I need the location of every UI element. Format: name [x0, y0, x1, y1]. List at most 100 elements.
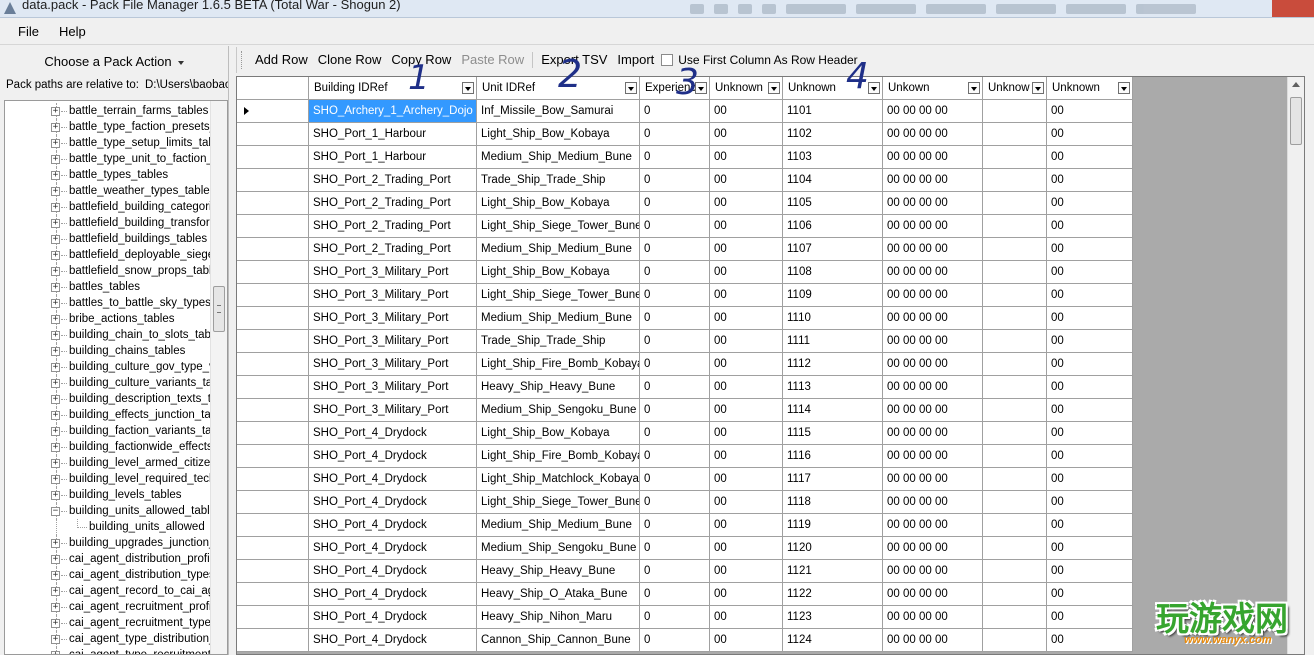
table-cell[interactable]: 00 00 00 00: [883, 146, 983, 169]
tree-item[interactable]: + cai_agent_record_to_cai_agen: [5, 583, 211, 599]
table-cell[interactable]: [983, 583, 1047, 606]
window-close-button[interactable]: [1272, 0, 1314, 17]
table-cell[interactable]: [983, 629, 1047, 652]
expand-icon[interactable]: +: [51, 651, 60, 654]
expand-icon[interactable]: +: [51, 155, 60, 164]
table-cell[interactable]: Inf_Missile_Bow_Samurai: [477, 100, 640, 123]
table-cell[interactable]: SHO_Port_4_Drydock: [309, 560, 477, 583]
expand-icon[interactable]: +: [51, 411, 60, 420]
table-cell[interactable]: [983, 146, 1047, 169]
tree-item[interactable]: + building_upgrades_junction_ta: [5, 535, 211, 551]
table-cell[interactable]: 00: [1047, 537, 1133, 560]
expand-icon[interactable]: +: [51, 555, 60, 564]
table-cell[interactable]: Cannon_Ship_Cannon_Bune: [477, 629, 640, 652]
expand-icon[interactable]: +: [51, 571, 60, 580]
table-cell[interactable]: Heavy_Ship_Nihon_Maru: [477, 606, 640, 629]
table-cell[interactable]: 1111: [783, 330, 883, 353]
table-cell[interactable]: 00: [710, 215, 783, 238]
table-cell[interactable]: SHO_Port_4_Drydock: [309, 537, 477, 560]
grid-corner-header[interactable]: [237, 77, 309, 100]
tree-item[interactable]: + bribe_actions_tables: [5, 311, 211, 327]
table-cell[interactable]: 00 00 00 00: [883, 192, 983, 215]
table-cell[interactable]: Medium_Ship_Medium_Bune: [477, 514, 640, 537]
table-cell[interactable]: 1119: [783, 514, 883, 537]
table-cell[interactable]: 00: [710, 399, 783, 422]
table-cell[interactable]: 00: [1047, 422, 1133, 445]
row-header[interactable]: [237, 537, 309, 560]
expand-icon[interactable]: +: [51, 315, 60, 324]
table-cell[interactable]: 0: [640, 192, 710, 215]
column-filter-dropdown-icon[interactable]: [462, 82, 474, 94]
row-header[interactable]: [237, 629, 309, 652]
table-cell[interactable]: 1114: [783, 399, 883, 422]
table-cell[interactable]: Trade_Ship_Trade_Ship: [477, 169, 640, 192]
table-cell[interactable]: 00: [1047, 445, 1133, 468]
table-cell[interactable]: 00 00 00 00: [883, 468, 983, 491]
table-cell[interactable]: 0: [640, 238, 710, 261]
table-cell[interactable]: 1101: [783, 100, 883, 123]
tree-item[interactable]: + battle_terrain_farms_tables: [5, 103, 211, 119]
table-cell[interactable]: 00: [710, 629, 783, 652]
table-cell[interactable]: 0: [640, 537, 710, 560]
table-cell[interactable]: Heavy_Ship_Heavy_Bune: [477, 560, 640, 583]
menu-file[interactable]: File: [8, 19, 49, 45]
row-header[interactable]: [237, 583, 309, 606]
table-cell[interactable]: 00 00 00 00: [883, 422, 983, 445]
table-cell[interactable]: SHO_Port_4_Drydock: [309, 514, 477, 537]
table-cell[interactable]: [983, 399, 1047, 422]
table-cell[interactable]: [983, 284, 1047, 307]
table-cell[interactable]: SHO_Port_4_Drydock: [309, 583, 477, 606]
table-cell[interactable]: Medium_Ship_Medium_Bune: [477, 146, 640, 169]
expand-icon[interactable]: +: [51, 587, 60, 596]
row-header[interactable]: [237, 399, 309, 422]
tree-item[interactable]: + battlefield_buildings_tables: [5, 231, 211, 247]
tree-item[interactable]: + building_culture_gov_type_var: [5, 359, 211, 375]
table-cell[interactable]: Medium_Ship_Medium_Bune: [477, 238, 640, 261]
table-cell[interactable]: 00 00 00 00: [883, 606, 983, 629]
table-cell[interactable]: 0: [640, 514, 710, 537]
table-cell[interactable]: 00: [1047, 560, 1133, 583]
row-header[interactable]: [237, 169, 309, 192]
expand-icon[interactable]: +: [51, 203, 60, 212]
table-cell[interactable]: 00: [1047, 376, 1133, 399]
import-button[interactable]: Import: [612, 48, 659, 72]
table-cell[interactable]: 0: [640, 169, 710, 192]
grid-scroll-thumb[interactable]: [1290, 97, 1302, 145]
expand-icon[interactable]: +: [51, 603, 60, 612]
table-cell[interactable]: 1104: [783, 169, 883, 192]
row-header[interactable]: [237, 330, 309, 353]
table-cell[interactable]: 0: [640, 376, 710, 399]
table-cell[interactable]: 00: [710, 192, 783, 215]
expand-icon[interactable]: +: [51, 235, 60, 244]
table-cell[interactable]: Light_Ship_Siege_Tower_Bune: [477, 215, 640, 238]
table-cell[interactable]: 1106: [783, 215, 883, 238]
expand-icon[interactable]: +: [51, 283, 60, 292]
table-cell[interactable]: 00: [1047, 629, 1133, 652]
table-cell[interactable]: [983, 491, 1047, 514]
table-cell[interactable]: SHO_Port_4_Drydock: [309, 491, 477, 514]
table-cell[interactable]: 0: [640, 100, 710, 123]
table-cell[interactable]: 00 00 00 00: [883, 330, 983, 353]
tree-item[interactable]: + battle_type_unit_to_faction_pr: [5, 151, 211, 167]
table-cell[interactable]: 00 00 00 00: [883, 215, 983, 238]
table-cell[interactable]: SHO_Port_2_Trading_Port: [309, 215, 477, 238]
expand-icon[interactable]: +: [51, 491, 60, 500]
table-cell[interactable]: 1107: [783, 238, 883, 261]
table-cell[interactable]: SHO_Port_4_Drydock: [309, 606, 477, 629]
table-cell[interactable]: 00: [1047, 215, 1133, 238]
table-cell[interactable]: 00 00 00 00: [883, 514, 983, 537]
table-cell[interactable]: 0: [640, 468, 710, 491]
column-filter-dropdown-icon[interactable]: [1032, 82, 1044, 94]
row-header[interactable]: [237, 215, 309, 238]
add-row-button[interactable]: Add Row: [250, 48, 313, 72]
pack-file-tree[interactable]: + battle_terrain_farms_tables + battle_type…: [4, 100, 228, 655]
expand-icon[interactable]: +: [51, 331, 60, 340]
table-cell[interactable]: 0: [640, 330, 710, 353]
table-cell[interactable]: 00: [1047, 399, 1133, 422]
tree-item[interactable]: + battles_tables: [5, 279, 211, 295]
table-cell[interactable]: [983, 123, 1047, 146]
table-cell[interactable]: [983, 537, 1047, 560]
table-cell[interactable]: 1115: [783, 422, 883, 445]
table-cell[interactable]: 00: [710, 307, 783, 330]
table-cell[interactable]: 1121: [783, 560, 883, 583]
